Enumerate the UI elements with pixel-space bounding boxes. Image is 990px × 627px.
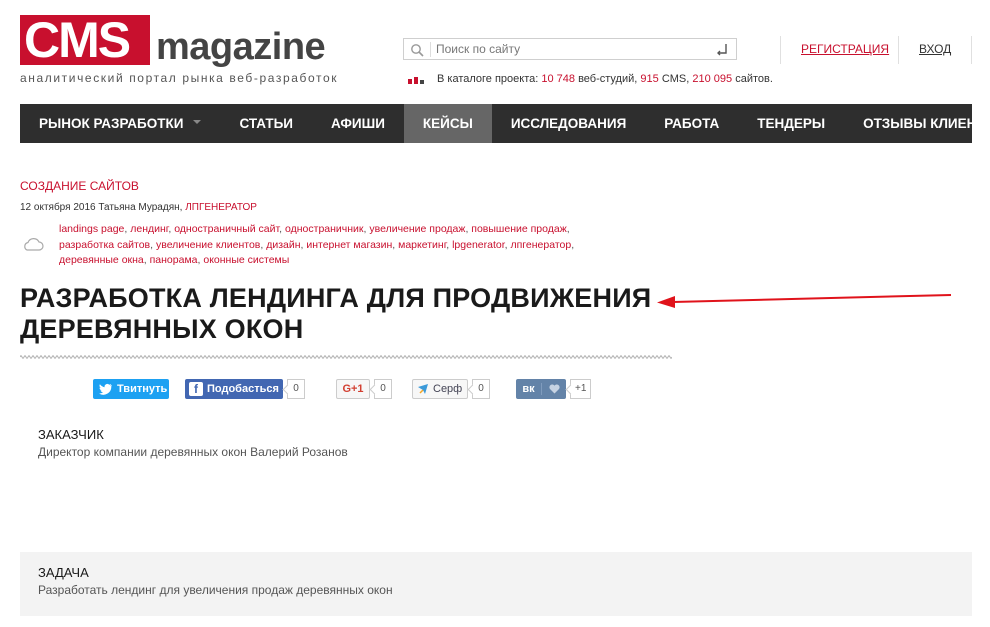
article-title-line: ДЕРЕВЯННЫХ ОКОН bbox=[20, 314, 304, 344]
article-date-author: 12 октября 2016 Татьяна Мурадян, bbox=[20, 202, 183, 213]
tag-link[interactable]: разработка сайтов bbox=[59, 239, 150, 251]
tag-list: landings page, лендинг, одностраничный с… bbox=[59, 222, 619, 269]
logo-suffix: magazine bbox=[156, 26, 326, 68]
header-divider bbox=[780, 36, 781, 64]
site-tagline: аналитический портал рынка веб-разработо… bbox=[20, 71, 339, 85]
tag-link[interactable]: одностраничник bbox=[285, 223, 364, 235]
main-nav: РЫНОК РАЗРАБОТКИ СТАТЬИ АФИШИ КЕЙСЫ ИССЛ… bbox=[20, 104, 990, 143]
article-title-line: РАЗРАБОТКА ЛЕНДИНГА ДЛЯ ПРОДВИЖЕНИЯ bbox=[20, 283, 652, 313]
tag-link[interactable]: увеличение продаж bbox=[369, 223, 465, 235]
studios-count-link[interactable]: 10 748 bbox=[541, 73, 575, 85]
client-text: Директор компании деревянных окон Валери… bbox=[38, 445, 348, 459]
annotation-arrow bbox=[657, 294, 952, 308]
tag-link[interactable]: оконные системы bbox=[203, 254, 289, 266]
tag-separator: , bbox=[566, 223, 570, 235]
title-underline bbox=[20, 355, 672, 359]
tag-link[interactable]: маркетинг bbox=[398, 239, 446, 251]
nav-item-market[interactable]: РЫНОК РАЗРАБОТКИ bbox=[20, 104, 220, 143]
nav-item-jobs[interactable]: РАБОТА bbox=[645, 104, 738, 143]
vk-share-button[interactable]: вк bbox=[516, 379, 566, 399]
task-text: Разработать лендинг для увеличения прода… bbox=[38, 583, 393, 597]
surf-share-label: Серф bbox=[433, 383, 463, 395]
sites-label: сайтов. bbox=[735, 73, 773, 85]
logo-cms-block: CMS bbox=[20, 12, 150, 68]
nav-item-events[interactable]: АФИШИ bbox=[312, 104, 404, 143]
enter-icon[interactable] bbox=[716, 42, 728, 56]
tag-link[interactable]: повышение продаж bbox=[471, 223, 566, 235]
facebook-share-label: Подобасться bbox=[207, 383, 279, 395]
facebook-share-button[interactable]: f Подобасться bbox=[185, 379, 283, 399]
studios-label: веб-студий, bbox=[578, 73, 638, 85]
chevron-down-icon bbox=[193, 120, 202, 125]
gplus-share-count: 0 bbox=[374, 379, 392, 399]
cms-count-link[interactable]: 915 bbox=[640, 73, 658, 85]
logo-brand: CMS bbox=[24, 12, 131, 68]
header-divider bbox=[898, 36, 899, 64]
login-link[interactable]: ВХОД bbox=[919, 42, 951, 56]
twitter-share-button[interactable]: Твитнуть bbox=[93, 379, 169, 399]
vk-icon: вк bbox=[516, 383, 542, 395]
tag-link[interactable]: интернет магазин bbox=[306, 239, 392, 251]
surf-share-button[interactable]: Серф bbox=[412, 379, 468, 399]
twitter-share-label: Твитнуть bbox=[117, 383, 168, 395]
cloud-icon bbox=[24, 238, 44, 251]
surf-icon bbox=[418, 384, 428, 394]
search-box bbox=[403, 38, 737, 60]
heart-icon bbox=[542, 384, 566, 394]
task-heading: ЗАДАЧА bbox=[38, 565, 89, 580]
task-section: ЗАДАЧА Разработать лендинг для увеличени… bbox=[20, 552, 972, 616]
search-input[interactable] bbox=[436, 40, 706, 58]
tag-link[interactable]: панорама bbox=[150, 254, 198, 266]
facebook-share-count: 0 bbox=[287, 379, 305, 399]
nav-item-tenders[interactable]: ТЕНДЕРЫ bbox=[738, 104, 844, 143]
tag-separator: , bbox=[571, 238, 575, 251]
company-link[interactable]: ЛПГЕНЕРАТОР bbox=[185, 202, 257, 213]
tag-link[interactable]: дизайн bbox=[266, 239, 300, 251]
gplus-share: G+1 0 bbox=[336, 379, 392, 399]
register-link[interactable]: РЕГИСТРАЦИЯ bbox=[801, 42, 889, 56]
surf-share-count: 0 bbox=[472, 379, 490, 399]
catalog-stats: В каталоге проекта: 10 748 веб-студий, 9… bbox=[437, 73, 773, 85]
nav-item-reviews[interactable]: ОТЗЫВЫ КЛИЕНТОВ bbox=[844, 104, 990, 143]
nav-item-label: РЫНОК РАЗРАБОТКИ bbox=[39, 116, 184, 131]
tag-link[interactable]: lpgenerator bbox=[452, 239, 505, 251]
tag-link[interactable]: landings page bbox=[59, 223, 124, 235]
vk-share: вк +1 bbox=[516, 379, 592, 399]
catalog-prefix: В каталоге проекта: bbox=[437, 73, 539, 85]
cms-label: CMS, bbox=[661, 73, 690, 85]
nav-item-cases[interactable]: КЕЙСЫ bbox=[403, 104, 492, 143]
facebook-icon: f bbox=[189, 382, 203, 396]
search-icon bbox=[411, 44, 424, 57]
tag-link[interactable]: лпгенератор bbox=[510, 239, 571, 251]
article-rubric-link[interactable]: СОЗДАНИЕ САЙТОВ bbox=[20, 179, 139, 193]
client-heading: ЗАКАЗЧИК bbox=[38, 427, 104, 442]
article-meta: 12 октября 2016 Татьяна Мурадян, ЛПГЕНЕР… bbox=[20, 202, 257, 213]
search-divider bbox=[430, 42, 431, 57]
twitter-icon bbox=[99, 383, 112, 395]
article-title: РАЗРАБОТКА ЛЕНДИНГА ДЛЯ ПРОДВИЖЕНИЯ ДЕРЕ… bbox=[20, 283, 670, 345]
tag-link[interactable]: деревянные окна bbox=[59, 254, 144, 266]
sites-count-link[interactable]: 210 095 bbox=[692, 73, 732, 85]
gplus-share-button[interactable]: G+1 bbox=[336, 379, 370, 399]
surf-share: Серф 0 bbox=[412, 379, 490, 399]
nav-item-research[interactable]: ИССЛЕДОВАНИЯ bbox=[492, 104, 645, 143]
vk-share-count: +1 bbox=[570, 379, 592, 399]
facebook-share: f Подобасться 0 bbox=[185, 379, 305, 399]
tag-link[interactable]: лендинг bbox=[130, 223, 168, 235]
tag-link[interactable]: одностраничный сайт bbox=[174, 223, 279, 235]
header-divider bbox=[971, 36, 972, 64]
nav-item-articles[interactable]: СТАТЬИ bbox=[220, 104, 312, 143]
client-section: ЗАКАЗЧИК Директор компании деревянных ок… bbox=[38, 427, 348, 459]
tag-link[interactable]: увеличение клиентов bbox=[156, 239, 260, 251]
bar-chart-icon bbox=[408, 77, 424, 84]
